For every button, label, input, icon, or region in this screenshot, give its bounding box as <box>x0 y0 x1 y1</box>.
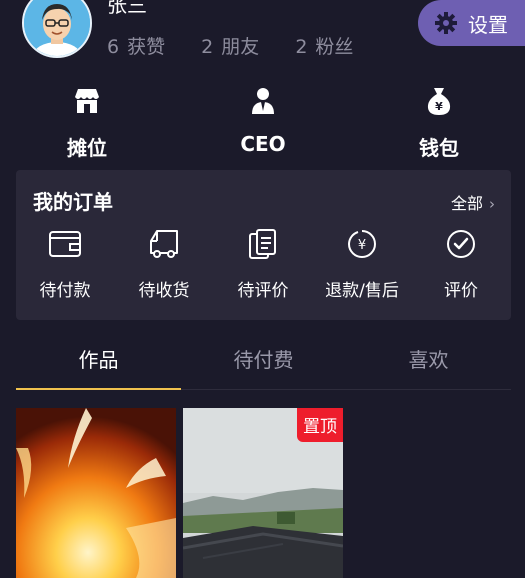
avatar-cartoon-icon <box>24 0 90 56</box>
order-label-pending-review: 待评价 <box>237 281 289 301</box>
wallet-icon <box>47 226 83 262</box>
quick-label-wallet: 钱包 <box>419 136 459 160</box>
order-pending-review[interactable]: 待评价 <box>215 226 311 301</box>
order-label-pending-receipt: 待收货 <box>138 281 190 301</box>
refund-icon: ¥ <box>344 226 380 262</box>
stall-icon <box>72 86 102 116</box>
active-tab-indicator <box>16 388 181 390</box>
quick-item-wallet[interactable]: ¥ 钱包 <box>384 86 494 161</box>
settings-label: 设置 <box>468 12 508 37</box>
stat-friends[interactable]: 2 朋友 <box>201 36 259 58</box>
avatar[interactable] <box>22 0 92 58</box>
pinned-badge: 置顶 <box>297 408 343 442</box>
quick-label-stall: 摊位 <box>67 136 107 160</box>
gear-icon <box>435 12 457 34</box>
stat-followers[interactable]: 2 粉丝 <box>295 36 353 58</box>
order-reviews[interactable]: 评价 <box>413 226 509 301</box>
my-orders-card: 我的订单 全部 › 待付款 待收货 待评价 ¥ 退款/售后 评价 <box>16 170 511 320</box>
tab-pending-pay[interactable]: 待付费 <box>181 334 346 390</box>
orders-title: 我的订单 <box>33 190 113 214</box>
orders-all-label: 全部 <box>450 194 483 213</box>
money-bag-icon: ¥ <box>424 86 454 116</box>
username: 张三 <box>107 0 147 17</box>
order-label-refund: 退款/售后 <box>325 281 399 301</box>
order-label-pending-payment: 待付款 <box>39 281 91 301</box>
order-pending-receipt[interactable]: 待收货 <box>116 226 212 301</box>
quick-actions: 摊位 CEO ¥ 钱包 <box>0 86 525 166</box>
quick-item-ceo[interactable]: CEO <box>208 86 318 156</box>
tab-works[interactable]: 作品 <box>16 334 181 390</box>
svg-text:¥: ¥ <box>435 100 443 113</box>
document-icon <box>245 226 281 262</box>
check-circle-icon <box>443 226 479 262</box>
profile-stats: 6 获赞 2 朋友 2 粉丝 <box>107 32 383 59</box>
content-tabs: 作品 待付费 喜欢 <box>16 334 511 390</box>
orders-all-link[interactable]: 全部 › <box>451 190 495 214</box>
fire-image <box>16 408 176 578</box>
order-refund[interactable]: ¥ 退款/售后 <box>314 226 410 301</box>
video-thumbnail-2[interactable]: 置顶 <box>183 408 343 578</box>
quick-item-stall[interactable]: 摊位 <box>32 86 142 161</box>
svg-text:¥: ¥ <box>358 238 366 253</box>
video-thumbnail-1[interactable] <box>16 408 176 578</box>
chevron-right-icon: › <box>489 195 495 213</box>
truck-icon <box>146 226 182 262</box>
settings-button[interactable]: 设置 <box>418 0 525 46</box>
quick-label-ceo: CEO <box>240 132 286 156</box>
ceo-icon <box>248 86 278 116</box>
tab-likes[interactable]: 喜欢 <box>346 334 511 390</box>
order-pending-payment[interactable]: 待付款 <box>17 226 113 301</box>
stat-likes[interactable]: 6 获赞 <box>107 36 165 58</box>
order-label-reviews: 评价 <box>444 281 478 301</box>
